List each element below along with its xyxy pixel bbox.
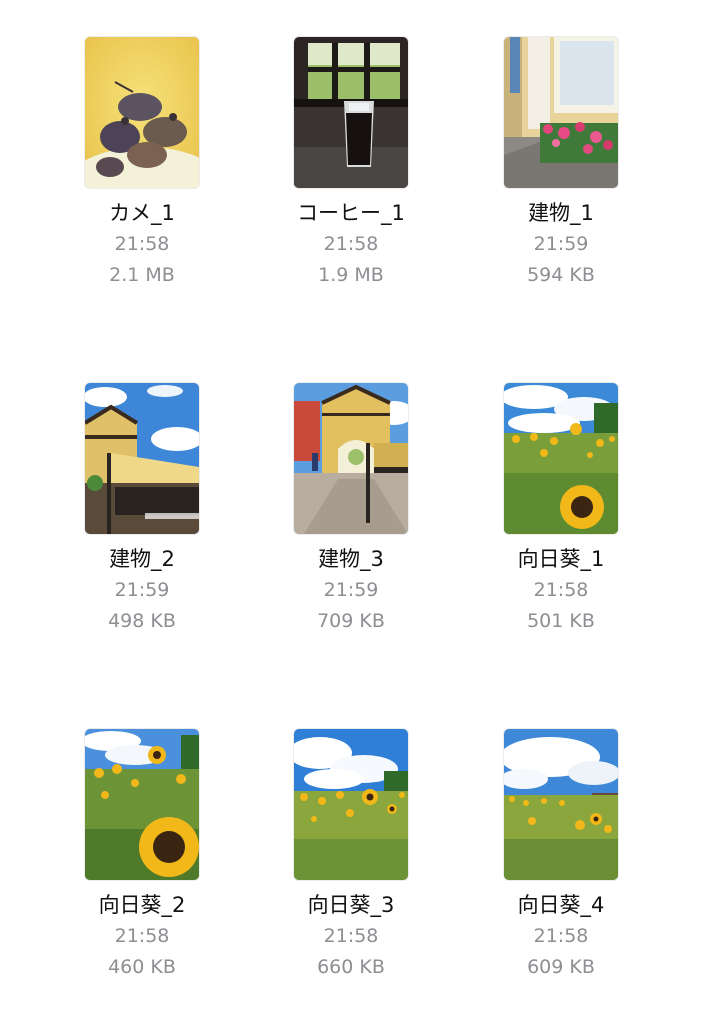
file-tile-sunflower-4[interactable]: 向日葵_4 21:58 609 KB xyxy=(461,729,661,981)
file-size: 660 KB xyxy=(317,956,385,978)
file-tile-building-2[interactable]: 建物_2 21:59 498 KB xyxy=(42,383,242,635)
file-name: 向日葵_4 xyxy=(517,893,605,917)
sunflower-closeup-thumbnail[interactable] xyxy=(85,729,199,880)
file-time: 21:58 xyxy=(533,925,589,947)
file-tile-building-3[interactable]: 建物_3 21:59 709 KB xyxy=(251,383,451,635)
sunflower-sky-thumbnail[interactable] xyxy=(294,729,408,880)
file-size: 594 KB xyxy=(527,264,595,286)
sunflower-clouds-thumbnail[interactable] xyxy=(504,729,618,880)
file-name: コーヒー_1 xyxy=(297,201,405,225)
file-tile-sunflower-3[interactable]: 向日葵_3 21:58 660 KB xyxy=(251,729,451,981)
file-time: 21:59 xyxy=(323,579,379,601)
file-tile-turtle-1[interactable]: カメ_1 21:58 2.1 MB xyxy=(42,37,242,289)
file-time: 21:58 xyxy=(114,233,170,255)
file-name: 建物_1 xyxy=(528,201,594,225)
file-tile-sunflower-2[interactable]: 向日葵_2 21:58 460 KB xyxy=(42,729,242,981)
file-time: 21:59 xyxy=(533,233,589,255)
file-time: 21:58 xyxy=(323,233,379,255)
file-time: 21:59 xyxy=(114,579,170,601)
file-tile-coffee-1[interactable]: コーヒー_1 21:58 1.9 MB xyxy=(251,37,451,289)
file-time: 21:58 xyxy=(114,925,170,947)
file-size: 609 KB xyxy=(527,956,595,978)
turtles-thumbnail[interactable] xyxy=(85,37,199,188)
file-name: 向日葵_2 xyxy=(98,893,186,917)
sunflower-field-thumbnail[interactable] xyxy=(504,383,618,534)
building-flowers-thumbnail[interactable] xyxy=(504,37,618,188)
file-tile-building-1[interactable]: 建物_1 21:59 594 KB xyxy=(461,37,661,289)
file-grid: カメ_1 21:58 2.1 MB コーヒー_1 21:58 1.9 MB 建物… xyxy=(0,0,703,1024)
file-name: カメ_1 xyxy=(109,201,175,225)
file-size: 709 KB xyxy=(317,610,385,632)
file-size: 501 KB xyxy=(527,610,595,632)
file-time: 21:58 xyxy=(533,579,589,601)
building-awning-thumbnail[interactable] xyxy=(85,383,199,534)
file-name: 向日葵_1 xyxy=(517,547,605,571)
iced-coffee-thumbnail[interactable] xyxy=(294,37,408,188)
file-size: 2.1 MB xyxy=(109,264,175,286)
file-time: 21:58 xyxy=(323,925,379,947)
building-gate-thumbnail[interactable] xyxy=(294,383,408,534)
file-size: 1.9 MB xyxy=(318,264,384,286)
file-size: 498 KB xyxy=(108,610,176,632)
file-tile-sunflower-1[interactable]: 向日葵_1 21:58 501 KB xyxy=(461,383,661,635)
file-name: 向日葵_3 xyxy=(307,893,395,917)
file-name: 建物_2 xyxy=(109,547,175,571)
file-size: 460 KB xyxy=(108,956,176,978)
file-name: 建物_3 xyxy=(318,547,384,571)
